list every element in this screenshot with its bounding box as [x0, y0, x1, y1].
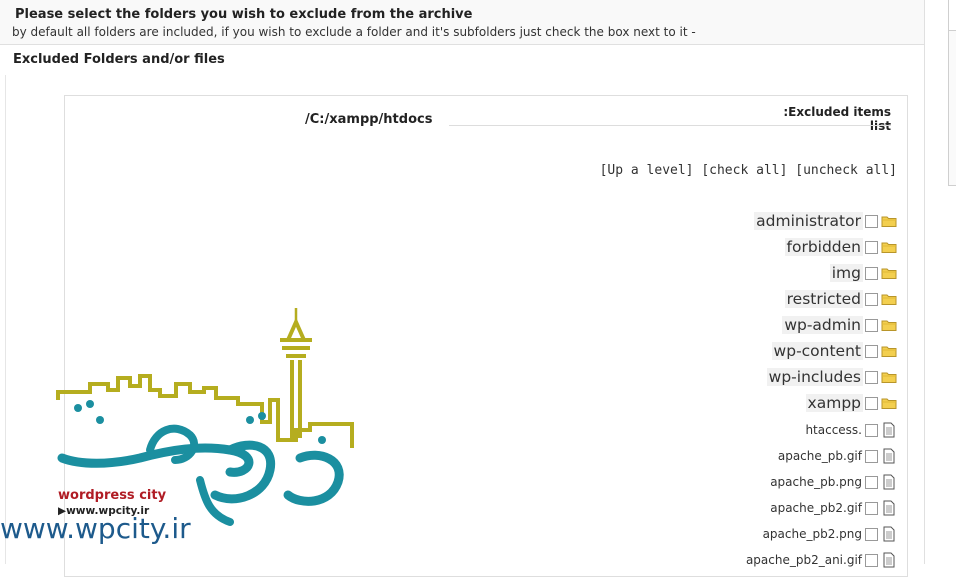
exclude-checkbox[interactable] [865, 266, 878, 280]
folder-row: restricted [784, 288, 897, 310]
file-icon [883, 422, 895, 438]
check-all-link[interactable]: [check all] [701, 163, 787, 178]
instructions-description: by default all folders are included, if … [12, 25, 696, 39]
excluded-section-title: Excluded Folders and/or files [13, 52, 225, 67]
folder-row: wp-content [771, 340, 897, 362]
folder-row: administrator [754, 210, 897, 232]
folder-name[interactable]: wp-content [771, 342, 863, 360]
uncheck-all-link[interactable]: [uncheck all] [795, 163, 897, 178]
folder-icon [881, 372, 897, 383]
file-name: htaccess. [805, 423, 862, 437]
folder-name[interactable]: restricted [784, 290, 863, 308]
folder-icon [881, 320, 897, 331]
file-row: htaccess. [805, 419, 897, 441]
folder-name[interactable]: administrator [754, 212, 863, 230]
folder-icon [881, 268, 897, 279]
file-row: apache_pb2_ani.gif [746, 549, 897, 571]
folder-icon [881, 242, 897, 253]
file-row: apache_pb.png [770, 471, 897, 493]
exclude-checkbox[interactable] [865, 214, 878, 228]
exclude-checkbox[interactable] [865, 527, 878, 541]
file-name: apache_pb.gif [777, 449, 862, 463]
file-name: apache_pb.png [770, 475, 862, 489]
exclude-checkbox[interactable] [865, 370, 878, 384]
exclude-checkbox[interactable] [865, 396, 878, 410]
exclude-checkbox[interactable] [865, 553, 878, 567]
excluded-list-label: :Excluded items list [783, 105, 891, 133]
folder-row: img [829, 262, 897, 284]
folder-icon [881, 294, 897, 305]
brand-name: wordpress city [58, 488, 167, 503]
folder-icon [881, 346, 897, 357]
excluded-section-header: Excluded Folders and/or files [5, 45, 925, 75]
excluded-list-divider [449, 125, 891, 126]
exclude-checkbox[interactable] [865, 240, 878, 254]
brand-url: www.wpcity.ir [0, 512, 191, 545]
exclude-checkbox[interactable] [865, 344, 878, 358]
folder-name[interactable]: wp-admin [782, 316, 863, 334]
file-row: apache_pb2.gif [770, 497, 897, 519]
folder-name[interactable]: img [829, 264, 863, 282]
folder-name[interactable]: forbidden [784, 238, 863, 256]
browser-actions: [Up a level] [check all] [uncheck all] [600, 163, 897, 178]
exclude-checkbox[interactable] [865, 449, 878, 463]
file-row: apache_pb2.png [763, 523, 897, 545]
file-icon [883, 500, 895, 516]
folder-row: xampp [805, 392, 897, 414]
folder-row: forbidden [784, 236, 898, 258]
folder-icon [881, 398, 897, 409]
exclude-checkbox[interactable] [865, 423, 878, 437]
exclude-checkbox[interactable] [865, 318, 878, 332]
folder-name[interactable]: wp-includes [766, 368, 863, 386]
file-name: apache_pb2.gif [770, 501, 862, 515]
exclude-checkbox[interactable] [865, 292, 878, 306]
file-icon [883, 448, 895, 464]
file-name: apache_pb2.png [762, 527, 862, 541]
current-path: /C:/xampp/htdocs [305, 112, 433, 127]
side-panel-edge-top [948, 0, 956, 31]
wpcity-watermark: wordpress city ▶www.wpcity.ir www.wpcity… [0, 300, 360, 564]
file-name: apache_pb2_ani.gif [745, 553, 862, 567]
file-row: apache_pb.gif [778, 445, 897, 467]
exclude-checkbox[interactable] [865, 501, 878, 515]
file-icon [883, 526, 895, 542]
folder-icon [881, 216, 897, 227]
folder-row: wp-includes [766, 366, 897, 388]
file-icon [883, 552, 895, 568]
file-icon [883, 474, 895, 490]
folder-row: wp-admin [782, 314, 897, 336]
up-level-link[interactable]: [Up a level] [600, 163, 694, 178]
right-divider [924, 0, 925, 564]
instructions-panel: Please select the folders you wish to ex… [0, 0, 925, 45]
exclude-checkbox[interactable] [865, 475, 878, 489]
folder-name[interactable]: xampp [805, 394, 863, 412]
instructions-title: Please select the folders you wish to ex… [15, 7, 473, 22]
